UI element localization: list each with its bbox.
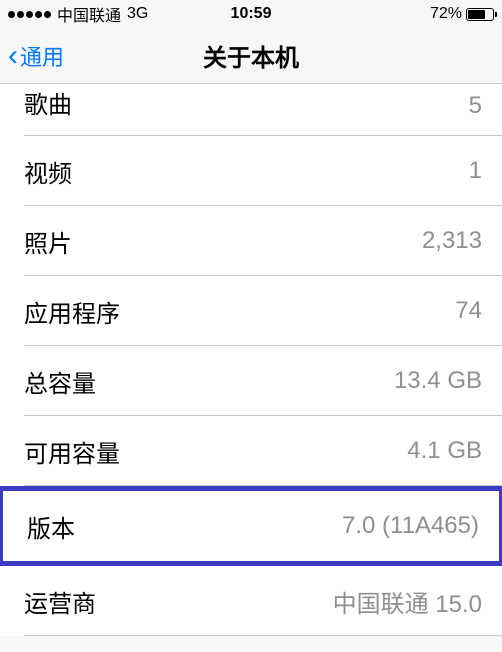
row-value: 13.4 GB — [394, 367, 482, 395]
row-version[interactable]: 版本 7.0 (11A465) — [3, 491, 499, 561]
row-label: 总容量 — [24, 364, 96, 399]
row-photos[interactable]: 照片 2,313 — [0, 206, 502, 276]
row-available[interactable]: 可用容量 4.1 GB — [0, 416, 502, 486]
row-label: 歌曲 — [24, 85, 72, 120]
row-carrier[interactable]: 运营商 中国联通 15.0 — [0, 566, 502, 636]
back-label: 通用 — [20, 40, 64, 72]
row-label: 可用容量 — [24, 434, 120, 469]
battery-icon — [466, 8, 494, 21]
status-time: 10:59 — [231, 5, 272, 23]
row-label: 视频 — [24, 154, 72, 189]
battery-percent: 72% — [430, 5, 462, 23]
network-label: 3G — [127, 5, 148, 23]
back-button[interactable]: ‹ 通用 — [0, 40, 64, 72]
nav-bar: ‹ 通用 关于本机 — [0, 28, 502, 84]
row-apps[interactable]: 应用程序 74 — [0, 276, 502, 346]
signal-strength-icon — [8, 11, 51, 18]
row-value: 4.1 GB — [407, 437, 482, 465]
row-value: 74 — [455, 297, 482, 325]
row-label: 应用程序 — [24, 294, 120, 329]
row-value: 中国联通 15.0 — [333, 584, 482, 619]
status-left: 中国联通 3G — [8, 2, 148, 26]
about-list: 歌曲 5 视频 1 照片 2,313 应用程序 74 总容量 13.4 GB 可… — [0, 84, 502, 636]
chevron-left-icon: ‹ — [8, 41, 18, 71]
row-label: 照片 — [24, 224, 72, 259]
row-capacity[interactable]: 总容量 13.4 GB — [0, 346, 502, 416]
row-label: 版本 — [27, 509, 75, 544]
row-value: 2,313 — [422, 227, 482, 255]
row-value: 5 — [469, 92, 482, 120]
status-right: 72% — [430, 5, 494, 23]
carrier-label: 中国联通 — [57, 2, 121, 26]
highlight-version: 版本 7.0 (11A465) — [0, 486, 502, 566]
row-label: 运营商 — [24, 584, 96, 619]
page-title: 关于本机 — [203, 38, 299, 73]
row-videos[interactable]: 视频 1 — [0, 136, 502, 206]
row-songs[interactable]: 歌曲 5 — [0, 84, 502, 136]
row-value: 1 — [469, 157, 482, 185]
status-bar: 中国联通 3G 10:59 72% — [0, 0, 502, 28]
row-value: 7.0 (11A465) — [342, 512, 479, 540]
